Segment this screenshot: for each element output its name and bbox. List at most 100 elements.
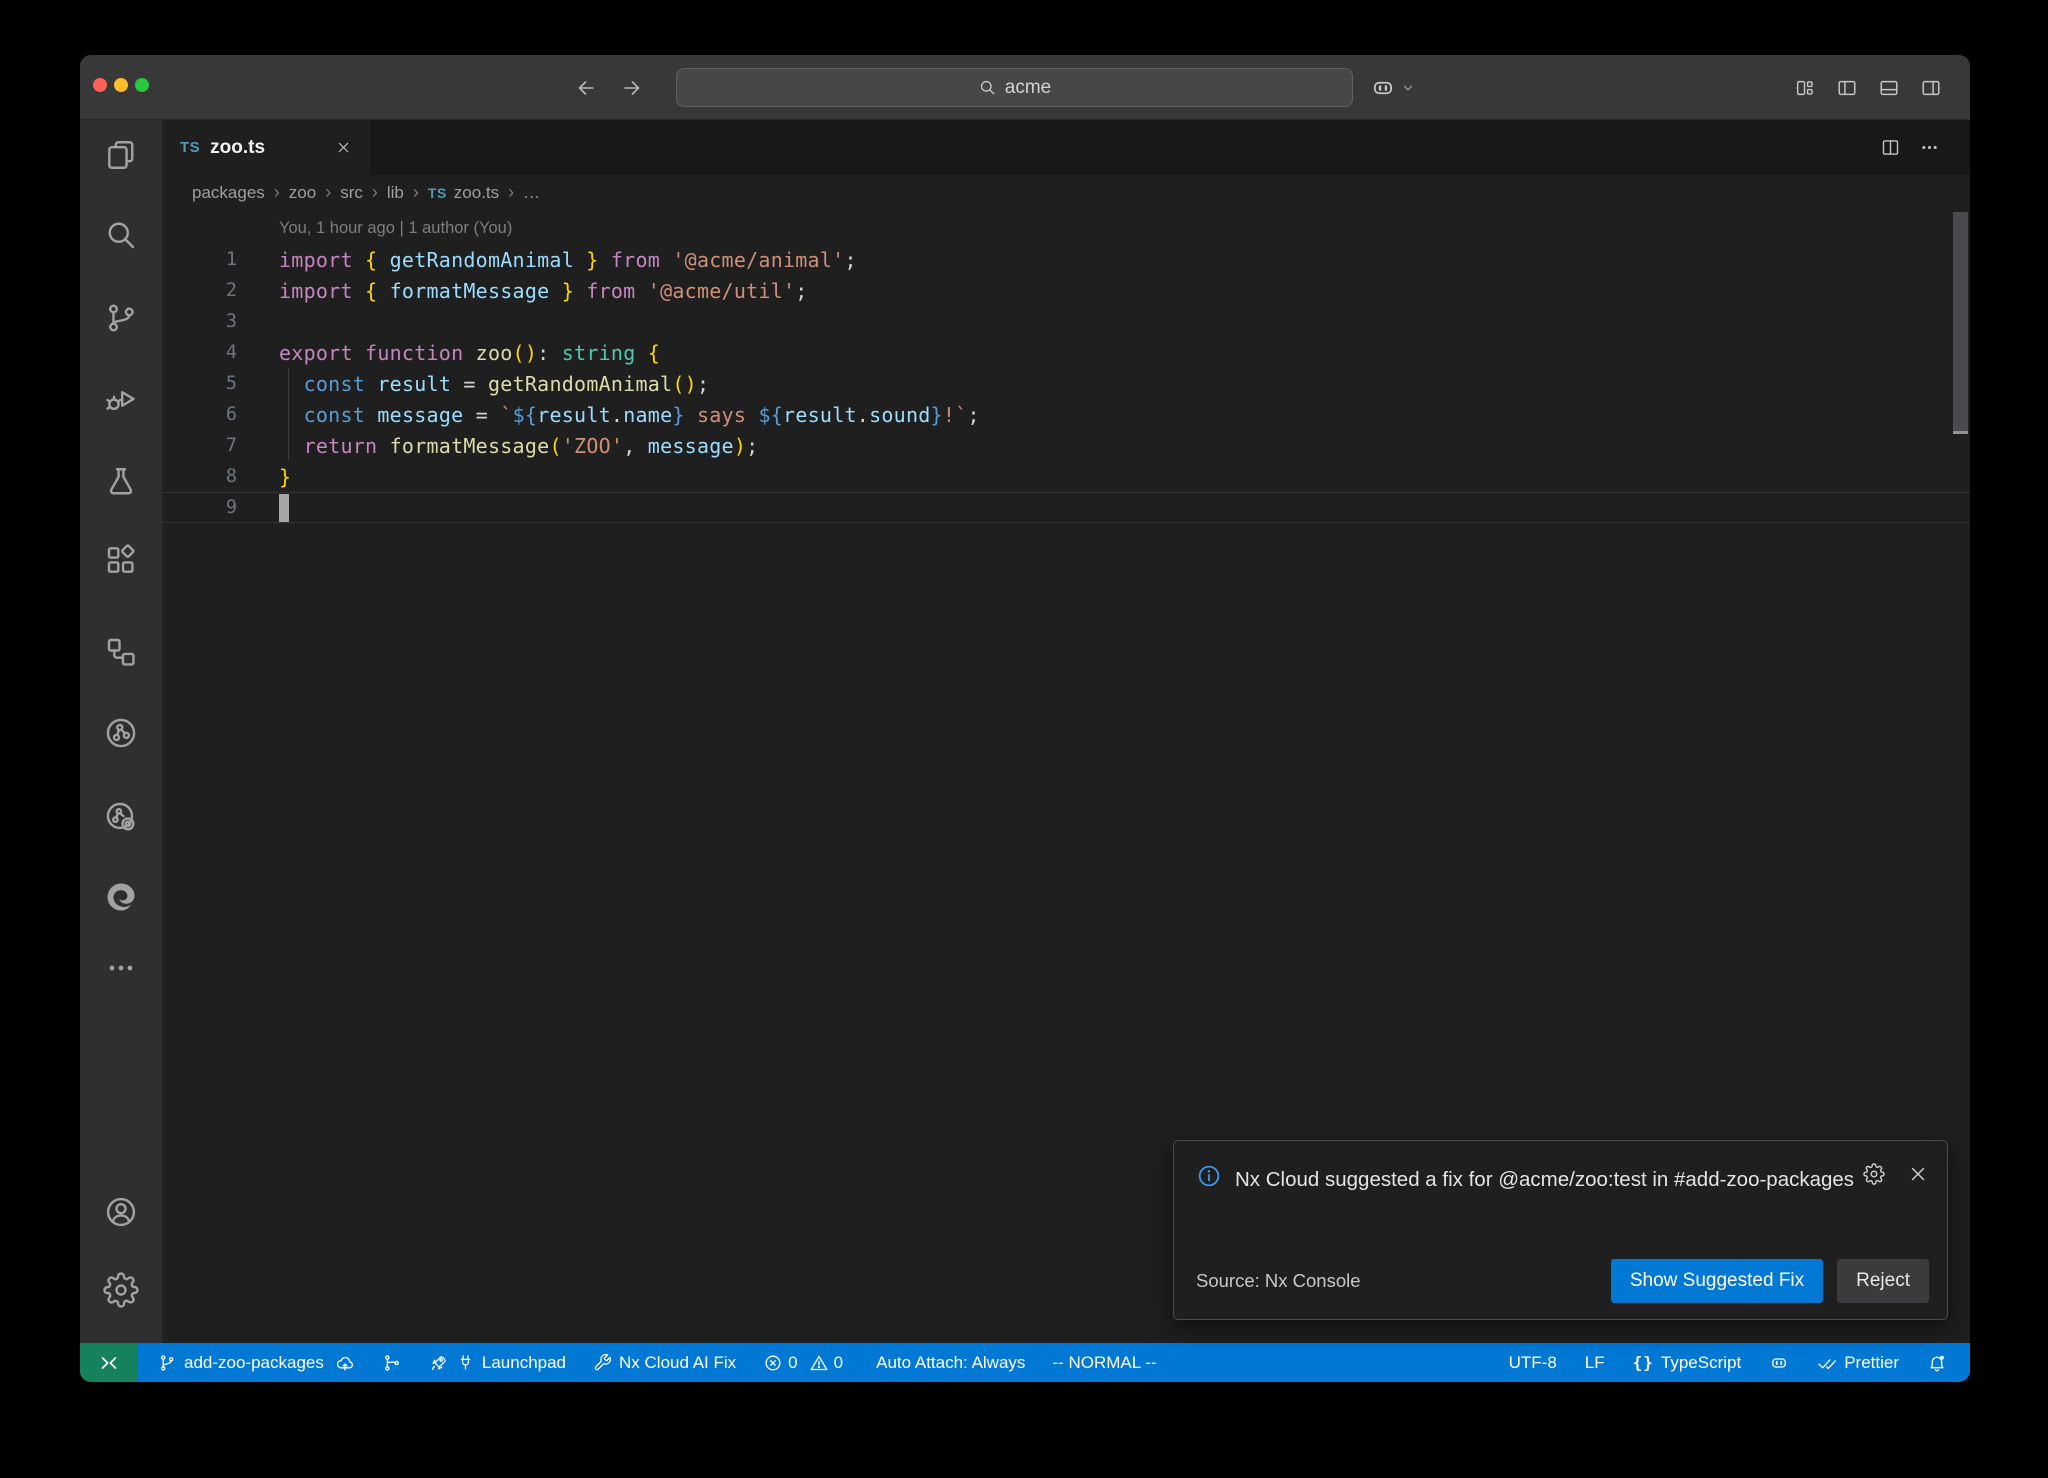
breadcrumb-separator: › [508, 182, 514, 203]
status-diagnostics[interactable]: 0 0 [763, 1353, 849, 1373]
nx-fix-label: Nx Cloud AI Fix [619, 1353, 736, 1373]
source-control-graph-icon [382, 1353, 402, 1373]
testing-icon [103, 464, 139, 500]
language-label: TypeScript [1661, 1353, 1741, 1373]
zoom-window-button[interactable] [135, 78, 149, 92]
status-language[interactable]: {} TypeScript [1633, 1353, 1742, 1373]
activity-bar-item-nx-console[interactable] [99, 711, 143, 755]
code-line[interactable]: 6 const message = `${result.name} says $… [162, 399, 1970, 430]
breadcrumb: packages›zoo›src›lib›TSzoo.ts›… [162, 175, 1970, 210]
code-line[interactable]: 1import { getRandomAnimal } from '@acme/… [162, 244, 1970, 275]
status-formatter[interactable]: Prettier [1817, 1353, 1899, 1373]
git-blame-annotation[interactable]: You, 1 hour ago | 1 author (You) [162, 210, 1970, 244]
activity-bar-item-nx-cloud[interactable] [99, 795, 143, 839]
breadcrumb-label: zoo.ts [454, 183, 499, 203]
activity-bar-item-more[interactable] [99, 946, 143, 990]
launchpad-label: Launchpad [482, 1353, 566, 1373]
code-line[interactable]: 4export function zoo(): string { [162, 337, 1970, 368]
status-source-control-graph[interactable] [382, 1353, 402, 1373]
show-suggested-fix-button[interactable]: Show Suggested Fix [1611, 1259, 1823, 1303]
code-line[interactable]: 9 [162, 492, 1970, 523]
customize-layout-icon[interactable] [1794, 77, 1816, 99]
breadcrumb-item[interactable]: … [523, 183, 540, 203]
error-icon [763, 1353, 783, 1373]
command-center-search[interactable]: acme [676, 68, 1353, 107]
breadcrumb-item[interactable]: TS zoo.ts [428, 183, 499, 203]
breadcrumb-item[interactable]: lib [387, 183, 404, 203]
scrollbar-thumb[interactable] [1953, 212, 1968, 431]
status-eol[interactable]: LF [1585, 1353, 1605, 1373]
overview-ruler-cursor-mark [1953, 431, 1968, 434]
status-notifications-bell[interactable] [1927, 1353, 1947, 1373]
breadcrumb-item[interactable]: packages [192, 183, 265, 203]
activity-bar-item-testing[interactable] [99, 460, 143, 504]
code-line[interactable]: 3 [162, 306, 1970, 337]
code-line-content: const message = `${result.name} says ${r… [237, 403, 980, 427]
arrow-left-icon[interactable] [574, 76, 598, 100]
code-line[interactable]: 8} [162, 461, 1970, 492]
close-window-button[interactable] [93, 78, 107, 92]
more-actions-icon[interactable] [1919, 137, 1940, 158]
toggle-secondary-sidebar-icon[interactable] [1920, 77, 1942, 99]
toggle-panel-icon[interactable] [1878, 77, 1900, 99]
activity-bar-item-run-debug[interactable] [99, 378, 143, 422]
activity-bar-item-extensions[interactable] [99, 538, 143, 582]
notification-settings-gear-icon[interactable] [1863, 1163, 1885, 1185]
line-number: 4 [162, 342, 237, 363]
arrow-right-icon[interactable] [620, 76, 644, 100]
minimize-window-button[interactable] [114, 78, 128, 92]
activity-bar-item-search[interactable] [99, 213, 143, 257]
typescript-file-icon: TS [428, 185, 447, 201]
status-copilot[interactable] [1769, 1353, 1789, 1373]
tab-bar: TS zoo.ts [162, 120, 1970, 175]
activity-bar-item-accounts[interactable] [99, 1190, 143, 1234]
line-number: 8 [162, 466, 237, 487]
explorer-icon [103, 137, 139, 173]
status-branch[interactable]: add-zoo-packages [157, 1353, 355, 1373]
code-line[interactable]: 2import { formatMessage } from '@acme/ut… [162, 275, 1970, 306]
status-vim-mode[interactable]: -- NORMAL -- [1052, 1353, 1156, 1373]
split-editor-icon[interactable] [1880, 137, 1901, 158]
line-number: 3 [162, 311, 237, 332]
indent-guide [288, 368, 289, 461]
activity-bar-item-settings-gear[interactable] [99, 1268, 143, 1312]
code-line[interactable]: 7 return formatMessage('ZOO', message); [162, 430, 1970, 461]
activity-bar-item-references[interactable] [99, 630, 143, 674]
status-auto-attach[interactable]: Auto Attach: Always [876, 1353, 1025, 1373]
code-line-content: import { formatMessage } from '@acme/uti… [237, 279, 808, 303]
breadcrumb-item[interactable]: zoo [289, 183, 316, 203]
breadcrumb-label: src [340, 183, 363, 203]
code-line-content [237, 494, 289, 522]
code-line-content: return formatMessage('ZOO', message); [237, 434, 758, 458]
reject-button[interactable]: Reject [1837, 1259, 1929, 1303]
remote-icon [98, 1352, 120, 1374]
line-number: 7 [162, 435, 237, 456]
chevron-down-icon [1401, 81, 1415, 95]
breadcrumb-item[interactable]: src [340, 183, 363, 203]
formatter-label: Prettier [1844, 1353, 1899, 1373]
edge-browser-icon [103, 879, 139, 915]
activity-bar-item-source-control[interactable] [99, 296, 143, 340]
close-tab-icon[interactable] [335, 139, 352, 156]
editor-scrollbar[interactable] [1951, 210, 1970, 1343]
activity-bar-item-edge-browser[interactable] [99, 875, 143, 919]
notification-message: Nx Cloud suggested a fix for @acme/zoo:t… [1235, 1161, 1875, 1199]
code-line[interactable]: 5 const result = getRandomAnimal(); [162, 368, 1970, 399]
remote-indicator[interactable] [80, 1343, 138, 1382]
status-nx-cloud-ai-fix[interactable]: Nx Cloud AI Fix [593, 1353, 736, 1373]
plug-icon [456, 1353, 475, 1372]
notification-source: Source: Nx Console [1196, 1270, 1361, 1292]
breadcrumb-label: … [523, 183, 540, 203]
run-debug-icon [103, 382, 139, 418]
toggle-primary-sidebar-icon[interactable] [1836, 77, 1858, 99]
status-encoding[interactable]: UTF-8 [1509, 1353, 1557, 1373]
activity-bar-item-explorer[interactable] [99, 133, 143, 177]
copilot-menu[interactable] [1370, 55, 1415, 120]
tab-zoo-ts[interactable]: TS zoo.ts [162, 120, 370, 175]
desktop-background: acme TS zoo.ts [0, 0, 2048, 1478]
line-number: 2 [162, 280, 237, 301]
notification-close-icon[interactable] [1907, 1163, 1929, 1185]
status-launchpad[interactable]: Launchpad [429, 1353, 566, 1373]
titlebar: acme [80, 55, 1970, 120]
extensions-icon [103, 542, 139, 578]
